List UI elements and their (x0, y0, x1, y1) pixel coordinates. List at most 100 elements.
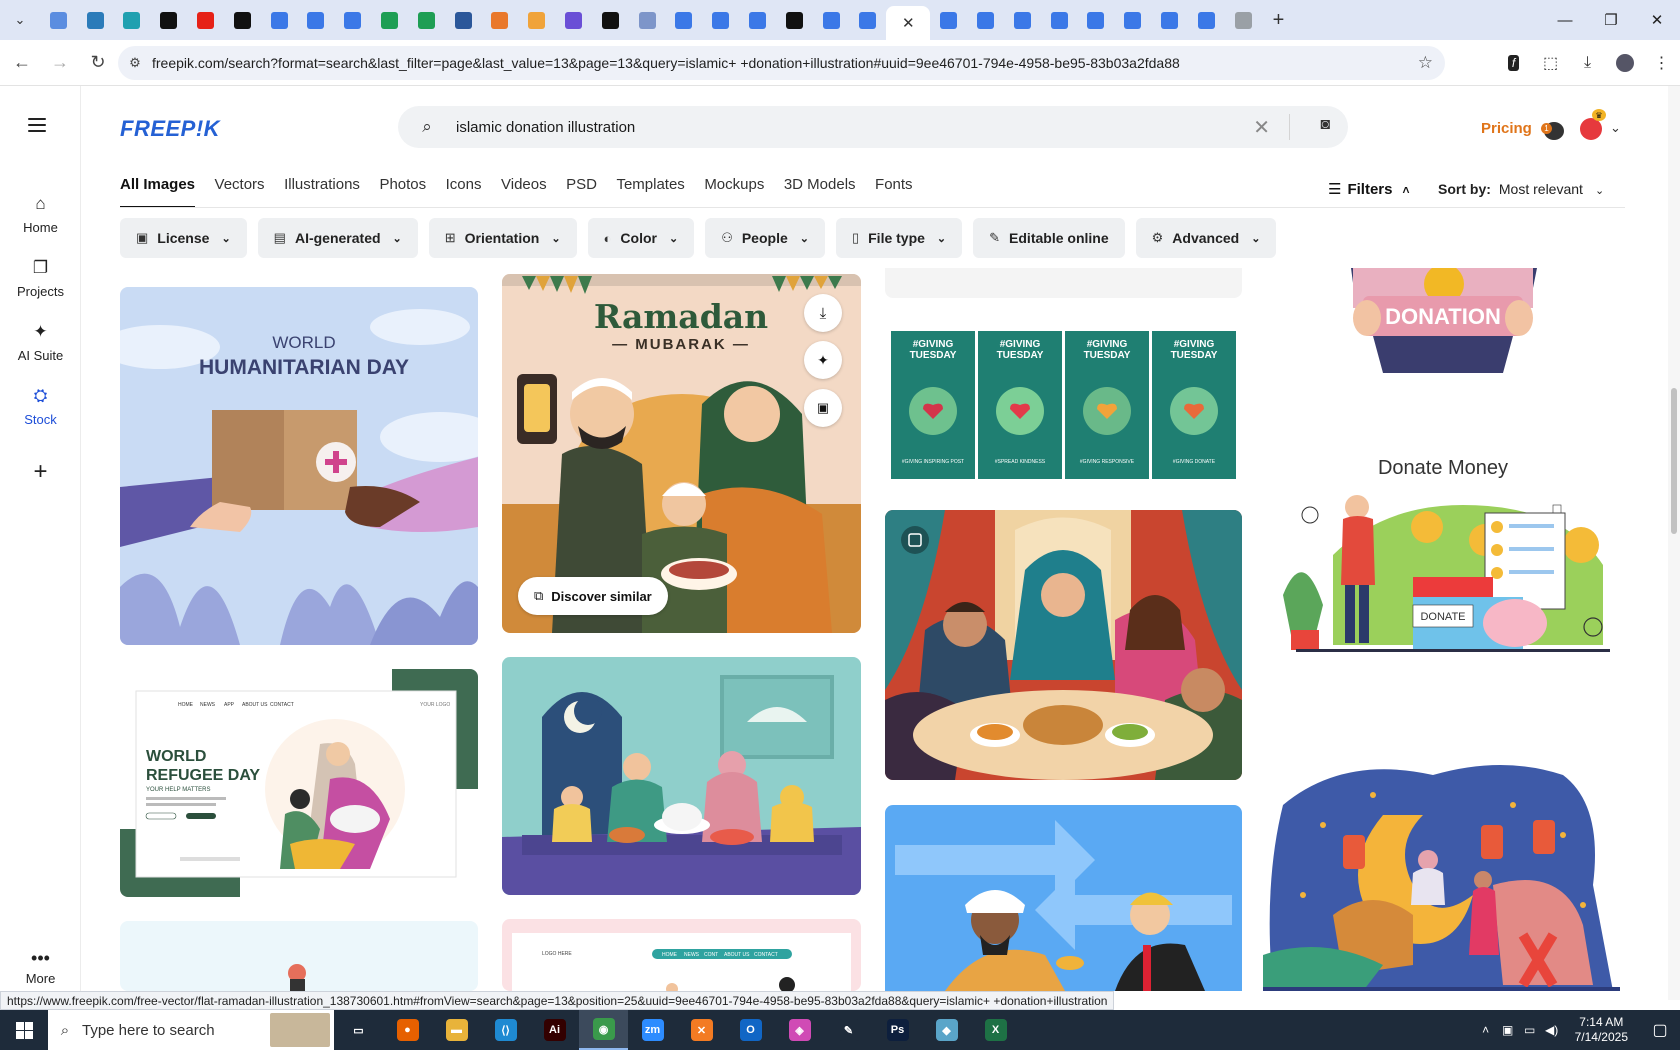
camera-search-icon[interactable]: ◙ (1320, 116, 1330, 134)
result-card-donation-box[interactable]: DONATION (1263, 268, 1620, 378)
filter-chip-people[interactable]: ⚇ People ⌄ (705, 218, 825, 258)
browser-tab[interactable] (629, 0, 666, 40)
filter-chip-color[interactable]: ◐ Color ⌄ (587, 218, 695, 258)
search-bar[interactable]: ⌕ islamic donation illustration ✕ ◙ (398, 106, 1348, 148)
sidebar-item-stock[interactable]: ⛭ Stock (0, 386, 81, 427)
category-tab[interactable]: Fonts (875, 176, 913, 208)
search-input[interactable]: islamic donation illustration (456, 119, 635, 136)
taskbar-app[interactable]: ✎ (824, 1010, 873, 1050)
sidebar-item-ai-suite[interactable]: ✦ AI Suite (0, 322, 81, 363)
browser-tab[interactable] (482, 0, 519, 40)
taskbar-app[interactable]: zm (628, 1010, 677, 1050)
browser-tab[interactable] (408, 0, 445, 40)
sort-dropdown[interactable]: Sort by: Most relevant ⌄ (1438, 181, 1604, 197)
result-card-giving-tuesday[interactable]: #GIVING TUESDAY #GIVING INSPIRING POST #GIV… (885, 323, 1242, 481)
browser-tab[interactable] (813, 0, 850, 40)
clock[interactable]: 7:14 AM 7/14/2025 (1575, 1015, 1628, 1045)
freepik-logo[interactable]: FREEP!K (120, 116, 220, 142)
browser-tab[interactable] (445, 0, 482, 40)
hamburger-menu-icon[interactable] (28, 118, 46, 132)
back-arrow-icon[interactable]: ← (6, 47, 38, 79)
extensions-puzzle-icon[interactable]: ⬚ (1532, 40, 1569, 86)
volume-icon[interactable]: ◀) (1541, 1023, 1563, 1037)
browser-tab[interactable] (739, 0, 776, 40)
browser-tab[interactable] (150, 0, 187, 40)
browser-tab[interactable] (1041, 0, 1078, 40)
result-card-landing-partial[interactable]: HOME NEWS CONT ABOUT US CONTACT LOGO HERE (502, 919, 861, 991)
filter-chip-license[interactable]: ▣ License ⌄ (120, 218, 247, 258)
category-tab[interactable]: Icons (446, 176, 482, 208)
result-card-iftar-family[interactable] (502, 657, 861, 895)
browser-tab[interactable] (1188, 0, 1225, 40)
browser-tab[interactable] (1225, 0, 1262, 40)
pricing-link[interactable]: Pricing (1481, 120, 1532, 137)
filter-chip-orientation[interactable]: ⊞ Orientation ⌄ (428, 218, 577, 258)
browser-tab[interactable] (592, 0, 629, 40)
browser-tab[interactable] (371, 0, 408, 40)
browser-tab[interactable] (261, 0, 298, 40)
fontfinder-extension-icon[interactable]: f (1495, 40, 1532, 86)
start-windows-icon[interactable] (0, 1010, 48, 1050)
new-tab-button[interactable]: + (1262, 0, 1296, 40)
browser-menu-icon[interactable]: ⋮ (1643, 40, 1680, 86)
browser-tab[interactable] (850, 0, 887, 40)
taskbar-app[interactable]: X (971, 1010, 1020, 1050)
category-tab[interactable]: Templates (616, 176, 684, 208)
sidebar-item-projects[interactable]: ❐ Projects (0, 258, 81, 299)
forward-arrow-icon[interactable]: → (44, 47, 76, 79)
tray-app-icon[interactable]: ▣ (1497, 1023, 1519, 1037)
taskbar-app[interactable]: ◉ (579, 1010, 628, 1050)
filter-chip-ai-generated[interactable]: ▤ AI-generated ⌄ (257, 218, 418, 258)
category-tab[interactable]: Mockups (704, 176, 764, 208)
browser-tab[interactable] (776, 0, 813, 40)
tab-search-chevron-icon[interactable]: ⌄ (0, 0, 40, 40)
account-chevron-icon[interactable]: ⌄ (1610, 120, 1621, 136)
category-tab[interactable]: Vectors (215, 176, 265, 208)
sidebar-item-more[interactable]: ••• More (0, 948, 81, 986)
user-avatar[interactable] (1580, 118, 1602, 140)
close-tab-icon[interactable]: ✕ (902, 14, 915, 32)
category-tab[interactable]: Videos (501, 176, 547, 208)
browser-tab[interactable] (1151, 0, 1188, 40)
filter-chip-file-type[interactable]: ▯ File type ⌄ (835, 218, 963, 258)
result-card-refugee-day[interactable]: HOME NEWS APP ABOUT US CONTACT YOUR LOGO WOR… (120, 669, 478, 897)
network-icon[interactable]: ▭ (1519, 1023, 1541, 1037)
discover-similar-button[interactable]: ⧉ Discover similar (518, 577, 668, 615)
result-card-partial-top[interactable] (885, 268, 1242, 298)
browser-tab[interactable] (1114, 0, 1151, 40)
browser-tab[interactable] (666, 0, 703, 40)
taskbar-app[interactable]: ● (383, 1010, 432, 1050)
taskbar-app[interactable]: ⟨⟩ (481, 1010, 530, 1050)
sidebar-item-home[interactable]: ⌂ Home (0, 194, 81, 235)
browser-tab[interactable] (77, 0, 114, 40)
result-card-money-exchange[interactable] (885, 805, 1242, 991)
result-card-humanitarian-day[interactable]: WORLD HUMANITARIAN DAY (120, 287, 478, 645)
clear-search-icon[interactable]: ✕ (1253, 115, 1270, 140)
browser-tab[interactable] (702, 0, 739, 40)
address-bar[interactable]: ⚙ freepik.com/search?format=search&last_… (118, 46, 1445, 80)
card-ai-edit-button[interactable]: ✦ (804, 341, 842, 379)
add-icon[interactable]: + (0, 458, 81, 486)
result-card-iftar-dinner[interactable] (885, 510, 1242, 780)
reload-icon[interactable]: ↻ (82, 47, 114, 79)
taskbar-app[interactable]: ▬ (432, 1010, 481, 1050)
category-tab[interactable]: PSD (566, 176, 597, 208)
scrollbar-thumb[interactable] (1671, 388, 1677, 534)
minimize-icon[interactable]: — (1542, 0, 1588, 40)
close-window-icon[interactable]: ✕ (1634, 0, 1680, 40)
browser-tab[interactable] (114, 0, 151, 40)
taskbar-app[interactable]: ✕ (677, 1010, 726, 1050)
tray-chevron-up-icon[interactable]: ˄ (1475, 1023, 1497, 1037)
taskbar-app[interactable]: O (726, 1010, 775, 1050)
browser-tab[interactable] (187, 0, 224, 40)
page-scrollbar[interactable] (1668, 86, 1680, 1000)
bookmark-star-icon[interactable]: ☆ (1418, 53, 1433, 73)
browser-tab[interactable] (555, 0, 592, 40)
card-download-button[interactable]: ⤓ (804, 294, 842, 332)
browser-tab[interactable] (1004, 0, 1041, 40)
card-save-collection-button[interactable]: ▣ (804, 389, 842, 427)
browser-tab[interactable] (930, 0, 967, 40)
taskbar-app[interactable]: Ps (873, 1010, 922, 1050)
browser-tab[interactable] (224, 0, 261, 40)
notifications-icon[interactable]: 1 (1541, 122, 1564, 140)
